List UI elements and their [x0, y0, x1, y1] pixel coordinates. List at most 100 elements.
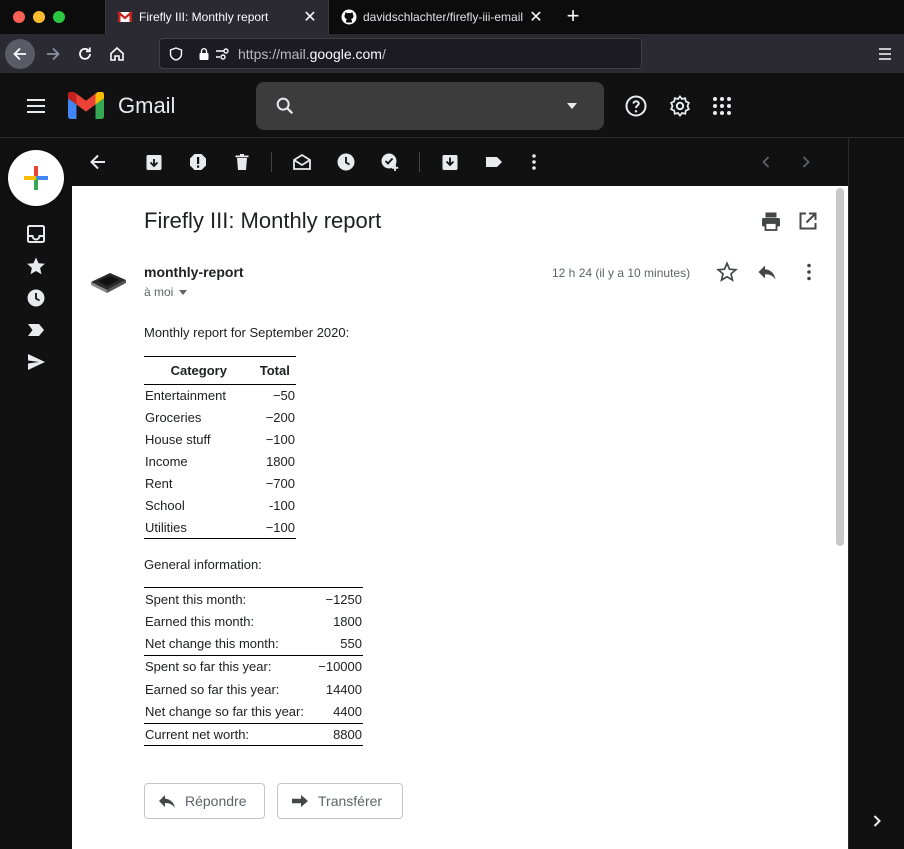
gmail-logo[interactable]: [68, 92, 104, 119]
chevron-down-icon: [179, 289, 188, 295]
more-actions-icon[interactable]: [522, 150, 546, 174]
reply-button[interactable]: Répondre: [144, 783, 265, 819]
table-row: Income 1800: [144, 451, 296, 473]
add-to-tasks-icon[interactable]: [378, 150, 402, 174]
expand-side-panel-icon[interactable]: [866, 810, 888, 832]
table-row: School -100: [144, 495, 296, 517]
category-name: School: [145, 498, 185, 513]
shield-icon[interactable]: [168, 46, 184, 62]
back-button[interactable]: [5, 39, 35, 69]
message-more-icon[interactable]: [798, 261, 820, 283]
forward-button[interactable]: [38, 39, 68, 69]
search-icon[interactable]: [274, 95, 296, 117]
apps-grid-icon[interactable]: [710, 94, 734, 118]
message-toolbar: [72, 138, 848, 186]
table-row: Spent so far this year: −10000: [144, 654, 363, 678]
window-minimize-button[interactable]: [33, 11, 45, 23]
table-row: Groceries −200: [144, 407, 296, 429]
table-row: Earned this month: 1800: [144, 610, 363, 633]
stat-label: Earned this month:: [145, 613, 255, 629]
table-row: Entertainment −50: [144, 385, 296, 407]
message-scrollbar[interactable]: [836, 188, 844, 546]
arrow-left-icon: [13, 47, 26, 61]
home-button[interactable]: [102, 39, 132, 69]
recipient-label: à moi: [144, 285, 174, 299]
important-icon[interactable]: [25, 319, 47, 341]
tab-gmail[interactable]: Firefly III: Monthly report ✕: [105, 0, 329, 34]
reload-button[interactable]: [70, 39, 100, 69]
inbox-icon[interactable]: [25, 223, 47, 245]
older-message-icon[interactable]: [794, 150, 818, 174]
snoozed-icon[interactable]: [25, 287, 47, 309]
search-box[interactable]: [256, 82, 604, 130]
message-subject: Firefly III: Monthly report: [144, 208, 382, 233]
table-row: Current net worth: 8800: [144, 722, 363, 746]
open-in-new-window-icon[interactable]: [797, 210, 819, 232]
category-total: −100: [265, 432, 295, 447]
address-bar[interactable]: https://mail.google.com/: [159, 38, 642, 69]
tab-close-icon[interactable]: ✕: [526, 7, 546, 27]
sent-icon[interactable]: [25, 351, 47, 373]
reply-icon: [159, 795, 175, 808]
recipient-details[interactable]: à moi: [144, 285, 188, 299]
category-total: −50: [272, 388, 295, 404]
message-timestamp: 12 h 24 (il y a 10 minutes): [552, 266, 691, 280]
sender-avatar[interactable]: [88, 262, 128, 302]
back-to-inbox-icon[interactable]: [86, 150, 110, 174]
delete-icon[interactable]: [230, 150, 254, 174]
window-maximize-button[interactable]: [53, 11, 65, 23]
forward-button[interactable]: Transférer: [277, 783, 403, 819]
app-menu-icon[interactable]: [874, 43, 896, 65]
permissions-icon[interactable]: [214, 46, 230, 62]
label-icon[interactable]: [482, 150, 506, 174]
category-table: Category Total Entertainment −50 Grocerie…: [144, 356, 296, 539]
newer-message-icon[interactable]: [754, 150, 778, 174]
category-name: House stuff: [145, 432, 211, 447]
print-icon[interactable]: [760, 210, 782, 232]
category-total: -100: [268, 498, 295, 513]
new-tab-icon[interactable]: +: [562, 5, 584, 27]
url-text[interactable]: https://mail.google.com/: [238, 46, 386, 62]
report-spam-icon[interactable]: [186, 150, 210, 174]
left-rail: [0, 138, 72, 849]
gmail-icon: [117, 11, 133, 22]
stat-label: Net change this month:: [145, 636, 279, 652]
gmail-header: Gmail: [0, 73, 904, 138]
tab-close-icon[interactable]: ✕: [300, 7, 320, 27]
starred-icon[interactable]: [25, 255, 47, 277]
move-to-icon[interactable]: [438, 150, 462, 174]
stat-value: 4400: [333, 704, 362, 720]
home-icon: [110, 46, 124, 61]
compose-plus-icon: [24, 166, 48, 190]
settings-icon[interactable]: [668, 94, 692, 118]
sender-name[interactable]: monthly-report: [144, 264, 244, 280]
category-total: −200: [265, 410, 295, 425]
help-icon[interactable]: [624, 94, 648, 118]
category-total: −700: [265, 476, 295, 491]
archive-icon[interactable]: [142, 150, 166, 174]
snooze-icon[interactable]: [334, 150, 358, 174]
category-name: Rent: [145, 476, 173, 491]
star-icon[interactable]: [716, 261, 738, 283]
table-header-row: Category Total: [144, 356, 296, 385]
category-name: Entertainment: [145, 388, 226, 404]
tab-github[interactable]: davidschlachter/firefly-iii-email ✕: [330, 0, 554, 34]
compose-button[interactable]: [8, 150, 64, 206]
browser-nav-bar: https://mail.google.com/: [0, 34, 904, 73]
window-close-button[interactable]: [13, 11, 25, 23]
mark-unread-icon[interactable]: [290, 150, 314, 174]
general-info-heading: General information:: [144, 557, 262, 572]
reload-icon: [79, 47, 91, 60]
column-header: Total: [253, 356, 296, 385]
lock-icon[interactable]: [196, 46, 212, 62]
tab-title: davidschlachter/firefly-iii-email: [363, 10, 524, 24]
stat-label: Current net worth:: [144, 722, 315, 746]
general-info-table: Spent this month: −1250 Earned this month…: [144, 587, 363, 747]
main-menu-icon[interactable]: [24, 94, 48, 118]
reply-icon[interactable]: [756, 261, 778, 283]
table-row: Spent this month: −1250: [144, 588, 363, 611]
search-options-icon[interactable]: [566, 101, 578, 111]
browser-tab-strip: Firefly III: Monthly report ✕ davidschla…: [0, 0, 904, 34]
search-input[interactable]: [312, 94, 552, 118]
table-row: House stuff −100: [144, 429, 296, 451]
